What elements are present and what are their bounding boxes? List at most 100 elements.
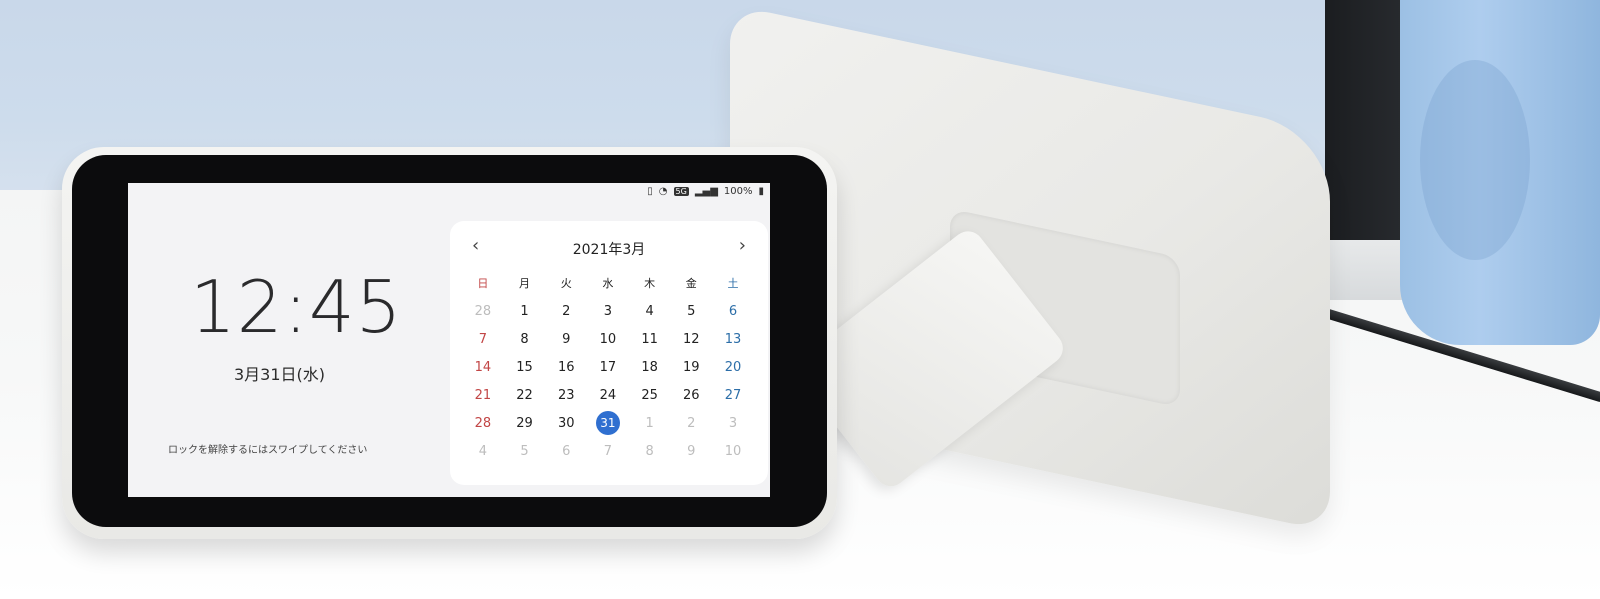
calendar-week-row: 14 15 16 17 18 19 20 [462,353,754,381]
calendar-day-label: 10 [724,443,742,459]
calendar-day-label: 9 [562,331,571,347]
screen-bezel: ▯ ◔ 5G ▂▄▆ 100% ▮ 12:45 3月31日(水) ロックを解除す… [72,155,827,527]
calendar-day[interactable]: 18 [629,360,671,375]
calendar-day-label: 31 [595,411,620,435]
battery-icon: ▮ [758,186,764,197]
calendar-day[interactable]: 15 [504,360,546,375]
calendar-day[interactable]: 23 [545,388,587,403]
calendar-day[interactable]: 24 [587,388,629,403]
battery-level: 100% [723,186,753,197]
calendar-day[interactable]: 20 [712,360,754,375]
calendar-day[interactable]: 1 [629,416,671,431]
calendar-grid: 日月火水木金土 28 1 2 3 4 5 6 7 8 9 10 11 12 13 14 15 16 17 18 19 20… [462,269,754,465]
calendar-day-label: 15 [516,359,533,375]
calendar-weekday: 火 [560,277,572,290]
calendar-day-label: 6 [562,443,571,459]
calendar-day-label: 16 [557,359,575,375]
calendar-day[interactable]: 4 [629,304,671,319]
vibrate-icon: ▯ [647,186,653,197]
calendar-day-label: 21 [474,387,492,403]
calendar-weekday: 日 [477,277,489,290]
calendar-day-label: 1 [520,303,529,319]
calendar-day[interactable]: 28 [462,416,504,431]
calendar-day-label: 2 [562,303,571,319]
calendar-day-label: 13 [724,331,742,347]
calendar-day-label: 1 [645,415,654,431]
calendar-day[interactable]: 3 [587,304,629,319]
calendar-day[interactable]: 5 [504,444,546,459]
calendar-day[interactable]: 25 [629,388,671,403]
calendar-day-label: 9 [687,443,696,459]
calendar-day[interactable]: 7 [587,444,629,459]
calendar-week-row: 4 5 6 7 8 9 10 [462,437,754,465]
calendar-day-label: 5 [520,443,529,459]
calendar-day[interactable]: 8 [629,444,671,459]
unlock-hint: ロックを解除するにはスワイプしてください [168,445,368,456]
calendar-weekday: 水 [602,277,614,290]
calendar-day[interactable]: 5 [670,304,712,319]
calendar-day[interactable]: 29 [504,416,546,431]
calendar-weekday-row: 日月火水木金土 [462,269,754,297]
calendar-day[interactable]: 13 [712,332,754,347]
calendar-day-label: 14 [474,359,492,375]
calendar-day[interactable]: 16 [545,360,587,375]
lock-screen[interactable]: ▯ ◔ 5G ▂▄▆ 100% ▮ 12:45 3月31日(水) ロックを解除す… [128,183,770,497]
wifi-icon: ◔ [658,186,668,197]
calendar-day[interactable]: 28 [462,304,504,319]
calendar-day-label: 28 [474,415,492,431]
calendar-day[interactable]: 2 [545,304,587,319]
calendar-day[interactable]: 12 [670,332,712,347]
calendar-week-row: 28 1 2 3 4 5 6 [462,297,754,325]
calendar-day[interactable]: 9 [545,332,587,347]
calendar-day-label: 10 [599,331,617,347]
calendar-day[interactable]: 7 [462,332,504,347]
calendar-day-label: 7 [603,443,613,459]
lock-clock: 12:45 [190,265,403,349]
calendar-day[interactable]: 4 [462,444,504,459]
calendar-day[interactable]: 17 [587,360,629,375]
calendar-day[interactable]: 14 [462,360,504,375]
calendar-day-label: 12 [683,331,700,347]
calendar-day[interactable]: 10 [587,332,629,347]
calendar-day[interactable]: 9 [670,444,712,459]
calendar-day[interactable]: 10 [712,444,754,459]
calendar-day-label: 20 [724,359,742,375]
calendar-day-label: 30 [557,415,575,431]
calendar-day-label: 22 [516,387,533,403]
calendar-day[interactable]: 6 [545,444,587,459]
calendar-weekday: 月 [519,277,531,290]
calendar-day[interactable]: 27 [712,388,754,403]
calendar-day[interactable]: 30 [545,416,587,431]
calendar-day-label: 4 [645,303,654,319]
calendar-day-label: 24 [599,387,617,403]
calendar-day-label: 18 [641,359,658,375]
calendar-day[interactable]: 1 [504,304,546,319]
calendar-day[interactable]: 8 [504,332,546,347]
calendar-day-label: 27 [724,387,742,403]
calendar-weekday: 木 [644,277,656,290]
calendar-day[interactable]: 3 [712,416,754,431]
calendar-day-label: 5 [687,303,696,319]
product-photo: ▯ ◔ 5G ▂▄▆ 100% ▮ 12:45 3月31日(水) ロックを解除す… [0,0,1600,599]
network-5g-icon: 5G [673,187,689,196]
calendar-day-label: 2 [687,415,696,431]
calendar-day[interactable]: 26 [670,388,712,403]
mug-highlight [1420,60,1530,260]
calendar-day[interactable]: 21 [462,388,504,403]
calendar-day[interactable]: 6 [712,304,754,319]
calendar-day-selected[interactable]: 31 [587,411,629,435]
calendar-day-label: 17 [599,359,617,375]
calendar-day-label: 11 [641,331,658,347]
calendar-day-label: 8 [645,443,654,459]
calendar-day[interactable]: 19 [670,360,712,375]
calendar-day-label: 28 [474,303,492,319]
calendar-day-label: 29 [516,415,533,431]
calendar-day-label: 7 [478,331,487,347]
calendar-day[interactable]: 11 [629,332,671,347]
calendar-day[interactable]: 2 [670,416,712,431]
calendar-week-row: 7 8 9 10 11 12 13 [462,325,754,353]
lock-date: 3月31日(水) [234,365,326,384]
calendar-day-label: 8 [520,331,529,347]
calendar-next-button[interactable]: › [739,235,746,256]
calendar-day[interactable]: 22 [504,388,546,403]
